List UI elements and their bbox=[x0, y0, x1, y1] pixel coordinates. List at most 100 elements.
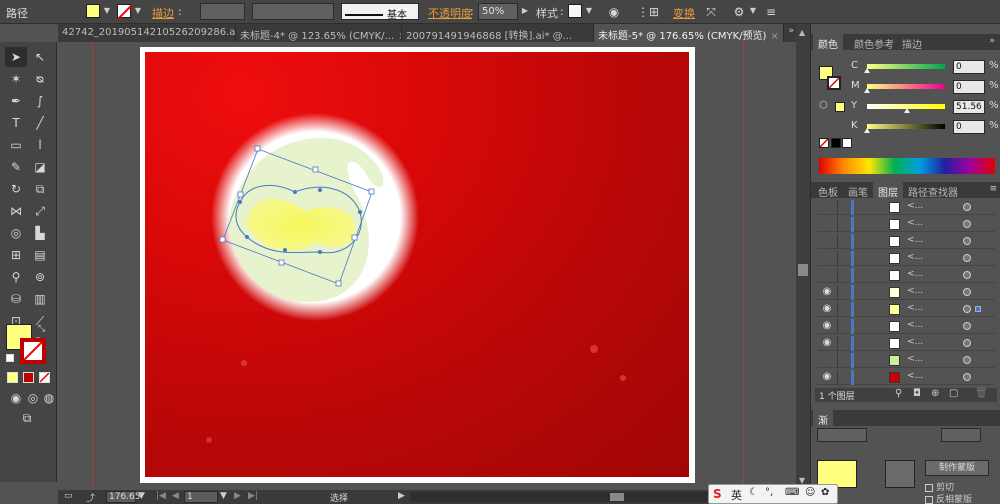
channel-slider[interactable] bbox=[867, 84, 945, 89]
variable-width-field[interactable] bbox=[252, 3, 334, 20]
target-circle-icon[interactable] bbox=[963, 339, 971, 347]
channel-value-field[interactable]: 0 bbox=[953, 80, 985, 94]
layer-row[interactable]: ◉ <... bbox=[817, 319, 995, 334]
slider-thumb[interactable] bbox=[864, 128, 870, 133]
eye-icon[interactable]: ◉ bbox=[820, 303, 834, 315]
line-tool-icon[interactable]: ╱ bbox=[29, 113, 51, 133]
swap-colors-icon[interactable]: ⤡ bbox=[38, 324, 45, 334]
layer-row[interactable]: ◉ <... bbox=[817, 370, 995, 385]
style-dropdown-icon[interactable]: ▼ bbox=[584, 4, 594, 18]
color-spectrum-bar[interactable] bbox=[819, 158, 995, 174]
settings-icon[interactable]: ✿ bbox=[821, 487, 829, 498]
scroll-thumb[interactable] bbox=[798, 264, 808, 276]
type-tool-icon[interactable]: T bbox=[5, 113, 27, 133]
curvature-tool-icon[interactable]: ∫ bbox=[29, 91, 51, 111]
layer-row[interactable]: <... bbox=[817, 353, 995, 368]
layer-row[interactable]: <... bbox=[817, 234, 995, 249]
target-circle-icon[interactable] bbox=[963, 254, 971, 262]
rectangle-tool-icon[interactable]: ▭ bbox=[5, 135, 27, 155]
panel-collapse-icon[interactable]: » bbox=[989, 36, 995, 46]
isolate-object-icon[interactable]: ⤧ bbox=[702, 3, 720, 21]
artboard[interactable] bbox=[140, 47, 695, 483]
channel-slider[interactable] bbox=[867, 124, 945, 129]
zoom-field[interactable]: 176.65 bbox=[106, 491, 141, 503]
target-circle-icon[interactable] bbox=[963, 288, 971, 296]
lock-column[interactable] bbox=[837, 285, 838, 300]
layer-name[interactable]: <... bbox=[907, 303, 923, 313]
tab-color-guide[interactable]: 颜色参考 bbox=[849, 34, 899, 51]
layer-name[interactable]: <... bbox=[907, 371, 923, 381]
stroke-dropdown-icon[interactable]: ▼ bbox=[133, 4, 143, 18]
lock-column[interactable] bbox=[837, 217, 838, 232]
eye-icon[interactable]: ◉ bbox=[820, 371, 834, 383]
delete-layer-icon[interactable]: 🗑︎ bbox=[975, 388, 988, 399]
stroke-label-link[interactable]: 描边 bbox=[152, 5, 174, 21]
transform-label-link[interactable]: 变换 bbox=[673, 5, 695, 21]
blend-tool-icon[interactable]: ⊚ bbox=[29, 267, 51, 287]
tab-doc-1[interactable]: 42742_20190514210526209286.ai* bbox=[58, 24, 236, 42]
direct-selection-tool-icon[interactable]: ↖ bbox=[29, 47, 51, 67]
red-background-artwork[interactable] bbox=[145, 52, 689, 477]
close-tab-icon[interactable]: × bbox=[770, 31, 778, 42]
make-mask-button[interactable]: 制作蒙版 bbox=[925, 460, 989, 476]
black-swatch[interactable] bbox=[831, 138, 841, 148]
target-circle-icon[interactable] bbox=[963, 237, 971, 245]
target-circle-icon[interactable] bbox=[963, 322, 971, 330]
layer-row[interactable]: <... bbox=[817, 200, 995, 215]
white-swatch[interactable] bbox=[842, 138, 852, 148]
color-stroke-box[interactable] bbox=[827, 76, 841, 90]
eye-hidden-icon[interactable] bbox=[820, 354, 834, 366]
layer-row[interactable]: <... bbox=[817, 268, 995, 283]
free-transform-tool-icon[interactable]: ⤢ bbox=[29, 201, 51, 221]
color-mode-icon[interactable] bbox=[7, 372, 18, 383]
tab-doc-2[interactable]: 未标题-4* @ 123.65% (CMYK/...× bbox=[236, 24, 402, 42]
opacity-label-link[interactable]: 不透明度 bbox=[428, 5, 472, 21]
eye-icon[interactable]: ◉ bbox=[820, 337, 834, 349]
control-menu-icon[interactable]: ⚙ bbox=[730, 3, 748, 21]
eyedropper-tool-icon[interactable]: ⚲ bbox=[5, 267, 27, 287]
eye-hidden-icon[interactable] bbox=[820, 252, 834, 264]
screen-mode-icon[interactable]: ⧉ bbox=[16, 408, 38, 428]
fill-dropdown-icon[interactable]: ▼ bbox=[102, 4, 112, 18]
none-color-swatch[interactable] bbox=[819, 138, 829, 148]
zoom-dropdown-icon[interactable]: ▼ bbox=[138, 491, 145, 501]
fill-swatch[interactable] bbox=[86, 4, 100, 18]
slider-thumb[interactable] bbox=[864, 88, 870, 93]
channel-value-field[interactable]: 51.56 bbox=[953, 100, 985, 114]
eye-icon[interactable]: ◉ bbox=[820, 320, 834, 332]
hscroll-thumb[interactable] bbox=[610, 493, 624, 501]
next-artboard-icon[interactable]: ▶ bbox=[234, 491, 241, 501]
lock-column[interactable] bbox=[837, 234, 838, 249]
channel-value-field[interactable]: 0 bbox=[953, 60, 985, 74]
align-selection-icon[interactable]: ⋮⊞ bbox=[637, 3, 659, 21]
layer-name[interactable]: <... bbox=[907, 218, 923, 228]
control-menu-dropdown-icon[interactable]: ▼ bbox=[748, 4, 758, 18]
target-circle-icon[interactable] bbox=[963, 271, 971, 279]
lock-column[interactable] bbox=[837, 302, 838, 317]
tab-doc-4[interactable]: 未标题-5* @ 176.65% (CMYK/预览) × bbox=[594, 24, 784, 42]
none-mode-icon[interactable] bbox=[39, 372, 50, 383]
layer-name[interactable]: <... bbox=[907, 337, 923, 347]
channel-slider[interactable] bbox=[867, 64, 945, 69]
opacity-arrow-icon[interactable]: ▶ bbox=[520, 4, 530, 18]
selection-tool-icon[interactable]: ➤ bbox=[5, 47, 27, 67]
lock-column[interactable] bbox=[837, 268, 838, 283]
tab-color[interactable]: 颜色 bbox=[813, 34, 843, 51]
layer-name[interactable]: <... bbox=[907, 235, 923, 245]
layer-row[interactable]: ◉ <... bbox=[817, 302, 995, 317]
target-circle-icon[interactable] bbox=[963, 203, 971, 211]
column-graph-tool-icon[interactable]: ▥ bbox=[29, 289, 51, 309]
prev-artboard-icon[interactable]: ◀ bbox=[172, 491, 179, 501]
pencil-tool-icon[interactable]: ✎ bbox=[5, 157, 27, 177]
eye-icon[interactable]: ◉ bbox=[820, 286, 834, 298]
layer-row[interactable]: <... bbox=[817, 251, 995, 266]
lock-column[interactable] bbox=[837, 353, 838, 368]
paintbrush-tool-icon[interactable]: ⅼ bbox=[29, 135, 51, 155]
tab-doc-3[interactable]: 200791491946868 [转换].ai* @... bbox=[402, 24, 594, 42]
scale-tool-icon[interactable]: ⧉ bbox=[29, 179, 51, 199]
tab-transparency[interactable]: 渐 bbox=[813, 410, 833, 427]
layers-menu-icon[interactable]: ≡ bbox=[989, 184, 997, 194]
tab-pathfinder[interactable]: 路径查找器 bbox=[903, 182, 963, 199]
mesh-tool-icon[interactable]: ⊞ bbox=[5, 245, 27, 265]
pen-tool-icon[interactable]: ✒ bbox=[5, 91, 27, 111]
